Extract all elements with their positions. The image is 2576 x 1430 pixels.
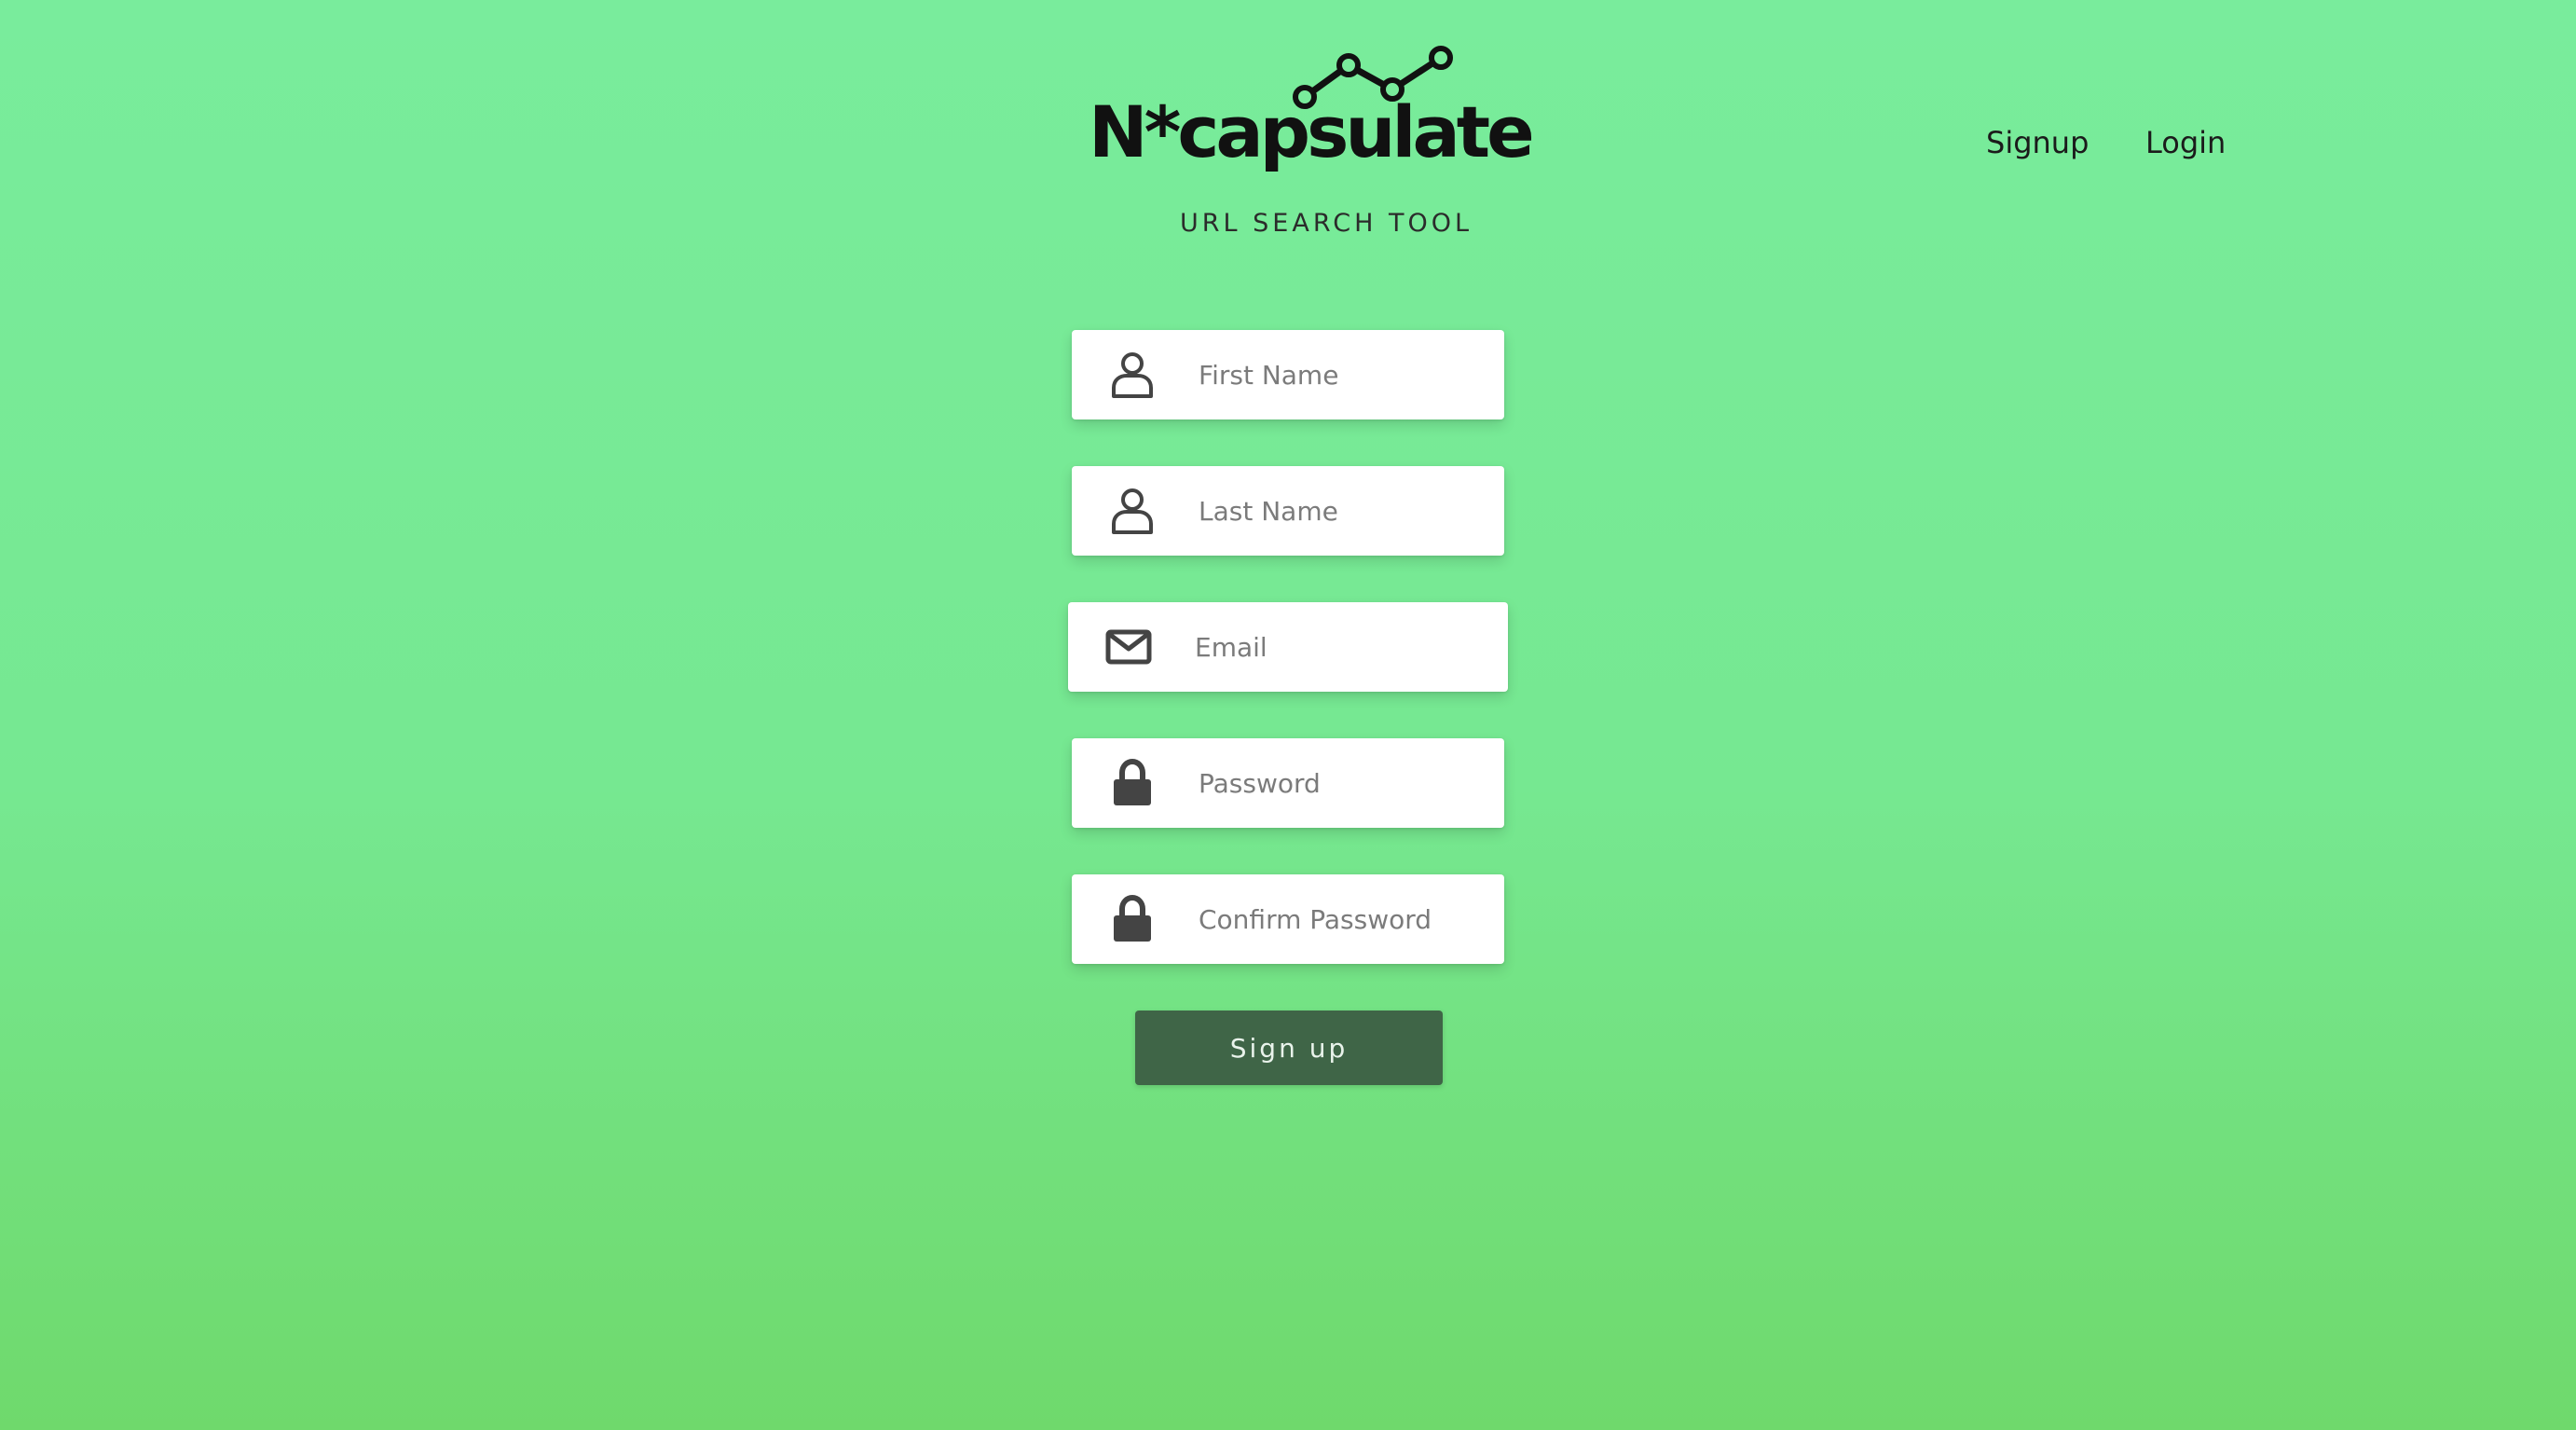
user-icon	[1072, 466, 1193, 556]
logo-wordmark: N*capsulate	[1089, 90, 1535, 173]
email-input[interactable]	[1189, 619, 1474, 675]
logo[interactable]: N*capsulate URL SEARCH TOOL	[1081, 37, 1535, 236]
email-field[interactable]	[1068, 602, 1508, 692]
logo-tagline: URL SEARCH TOOL	[1180, 209, 1473, 238]
signup-button[interactable]: Sign up	[1135, 1011, 1443, 1085]
confirm-password-input[interactable]	[1193, 891, 1478, 947]
password-field[interactable]	[1072, 738, 1504, 828]
nav-login-link[interactable]: Login	[2145, 124, 2226, 161]
last-name-field[interactable]	[1072, 466, 1504, 556]
confirm-password-field[interactable]	[1072, 874, 1504, 964]
first-name-input[interactable]	[1193, 347, 1478, 403]
lock-icon	[1072, 874, 1193, 964]
last-name-input[interactable]	[1193, 483, 1478, 539]
password-input[interactable]	[1193, 755, 1478, 811]
first-name-field[interactable]	[1072, 330, 1504, 419]
user-icon	[1072, 330, 1193, 419]
lock-icon	[1072, 738, 1193, 828]
envelope-icon	[1068, 602, 1189, 692]
nav-signup-link[interactable]: Signup	[1986, 124, 2089, 161]
